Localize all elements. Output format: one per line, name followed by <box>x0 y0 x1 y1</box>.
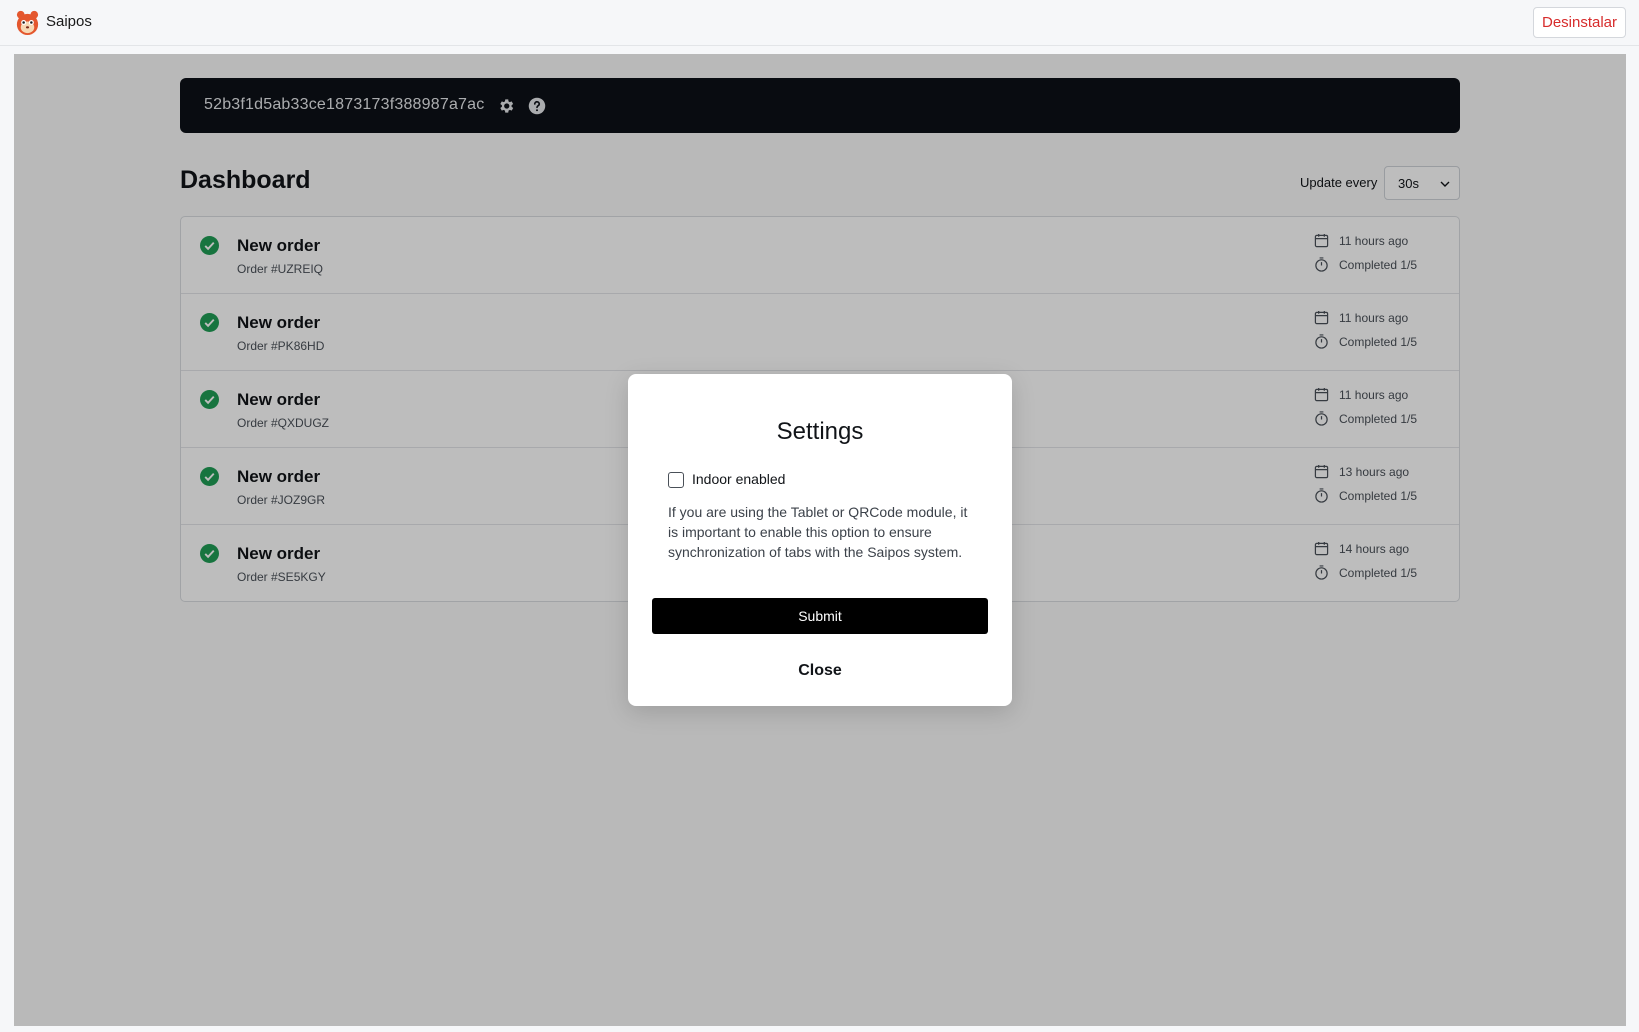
app-name: Saipos <box>46 13 92 30</box>
saipos-logo-icon <box>16 10 39 36</box>
close-button[interactable]: Close <box>770 658 870 684</box>
indoor-enabled-checkbox[interactable] <box>668 472 684 488</box>
indoor-enabled-label[interactable]: Indoor enabled <box>692 471 785 487</box>
uninstall-button[interactable]: Desinstalar <box>1533 7 1626 38</box>
top-bar: Saipos Desinstalar <box>0 0 1639 46</box>
submit-button[interactable]: Submit <box>652 598 988 634</box>
settings-modal: Settings Indoor enabled If you are using… <box>628 374 1012 706</box>
modal-description: If you are using the Tablet or QRCode mo… <box>668 504 968 560</box>
modal-title: Settings <box>776 418 864 445</box>
